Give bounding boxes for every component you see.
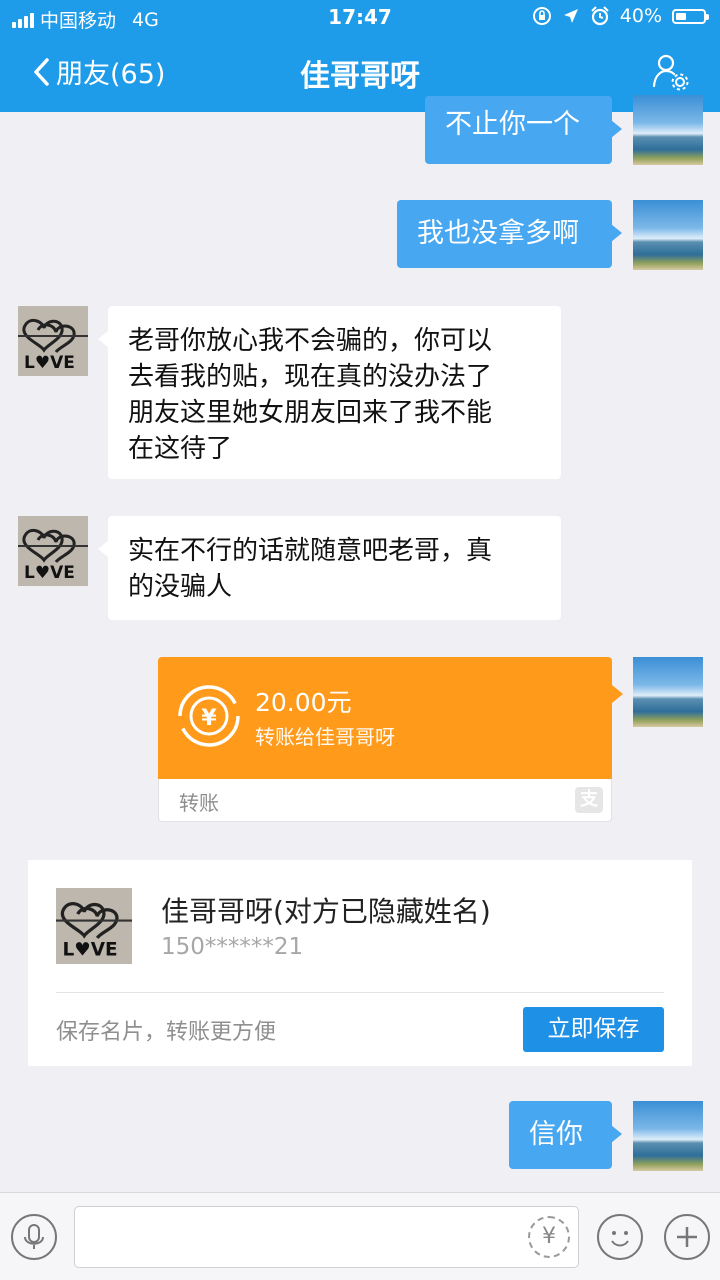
person-settings-icon — [652, 54, 689, 91]
message-text-line: 老哥你放心我不会骗的，你可以 — [128, 326, 493, 356]
contact-card-avatar[interactable]: L♥VE — [56, 888, 132, 964]
message-bubble[interactable]: 实在不行的话就随意吧老哥，真 的没骗人 — [98, 516, 561, 620]
message-text-line: 朋友这里她女朋友回来了我不能 — [128, 398, 493, 428]
voice-button[interactable] — [11, 1214, 57, 1260]
message-text-line: 去看我的贴，现在真的没办法了 — [128, 362, 493, 392]
message-input[interactable]: ¥ — [74, 1206, 579, 1268]
love-avatar-image: L♥VE — [18, 306, 88, 376]
status-right: 40% — [532, 5, 709, 27]
message-text-line: 实在不行的话就随意吧老哥，真 — [128, 536, 493, 566]
save-contact-button[interactable]: 立即保存 — [523, 1007, 664, 1052]
alipay-logo-icon: 支 — [575, 787, 603, 813]
my-avatar[interactable] — [633, 657, 703, 727]
message-text: 信你 — [529, 1119, 583, 1150]
battery-percent: 40% — [619, 5, 662, 27]
message-text-line: 的没骗人 — [128, 572, 233, 602]
transfer-footer: 转账 支 — [158, 779, 612, 822]
svg-text:L♥VE: L♥VE — [63, 939, 118, 960]
contact-avatar[interactable]: L♥VE — [18, 306, 88, 376]
svg-text:L♥VE: L♥VE — [24, 353, 75, 373]
transfer-button[interactable]: ¥ — [528, 1216, 570, 1258]
svg-text:L♥VE: L♥VE — [24, 563, 75, 583]
more-button[interactable] — [664, 1214, 710, 1260]
alarm-icon — [591, 6, 609, 26]
transfer-message[interactable]: ¥ 20.00元 转账给佳哥哥呀 转账 支 — [158, 657, 623, 822]
transfer-yen-icon: ¥ — [178, 685, 240, 747]
message-bubble[interactable]: 我也没拿多啊 — [397, 200, 622, 268]
message-bubble[interactable]: 信你 — [509, 1101, 622, 1169]
input-toolbar: ¥ — [0, 1192, 720, 1280]
battery-icon — [672, 8, 709, 24]
transfer-type-label: 转账 — [179, 791, 219, 815]
chat-settings-button[interactable] — [650, 52, 690, 96]
contact-phone: 150******21 — [161, 934, 304, 960]
contact-card: L♥VE 佳哥哥呀(对方已隐藏姓名) 150******21 保存名片，转账更方… — [28, 860, 692, 1066]
transfer-body: ¥ 20.00元 转账给佳哥哥呀 — [158, 657, 623, 779]
emoji-button[interactable] — [597, 1214, 643, 1260]
my-avatar[interactable] — [633, 200, 703, 270]
top-bar: 中国移动 4G 17:47 40% 朋友(65) 佳哥哥呀 — [0, 0, 720, 112]
save-hint: 保存名片，转账更方便 — [56, 1020, 277, 1045]
contact-avatar[interactable]: L♥VE — [18, 516, 88, 586]
love-avatar-image: L♥VE — [56, 888, 132, 964]
page-title: 佳哥哥呀 — [300, 59, 420, 94]
status-bar: 中国移动 4G 17:47 40% — [0, 0, 720, 36]
plus-icon — [677, 1227, 697, 1247]
microphone-icon — [24, 1224, 44, 1249]
my-avatar[interactable] — [633, 1101, 703, 1171]
battery-fill — [676, 12, 686, 20]
transfer-yen-glyph: ¥ — [201, 706, 217, 731]
location-icon — [563, 9, 578, 23]
message-text: 不止你一个 — [445, 109, 580, 140]
nav-bar: 朋友(65) 佳哥哥呀 — [0, 36, 720, 112]
love-avatar-image: L♥VE — [18, 516, 88, 586]
orientation-lock-icon — [532, 7, 551, 25]
message-bubble[interactable]: 不止你一个 — [425, 96, 622, 164]
transfer-description: 转账给佳哥哥呀 — [255, 725, 395, 749]
contact-name: 佳哥哥呀(对方已隐藏姓名) — [161, 895, 491, 928]
smiley-icon — [611, 1231, 629, 1247]
message-text: 我也没拿多啊 — [417, 218, 579, 249]
message-bubble[interactable]: 老哥你放心我不会骗的，你可以 去看我的贴，现在真的没办法了 朋友这里她女朋友回来… — [98, 306, 561, 479]
my-avatar[interactable] — [633, 95, 703, 165]
card-divider — [56, 992, 664, 993]
message-text-line: 在这待了 — [128, 434, 233, 464]
transfer-amount: 20.00元 — [255, 688, 352, 717]
